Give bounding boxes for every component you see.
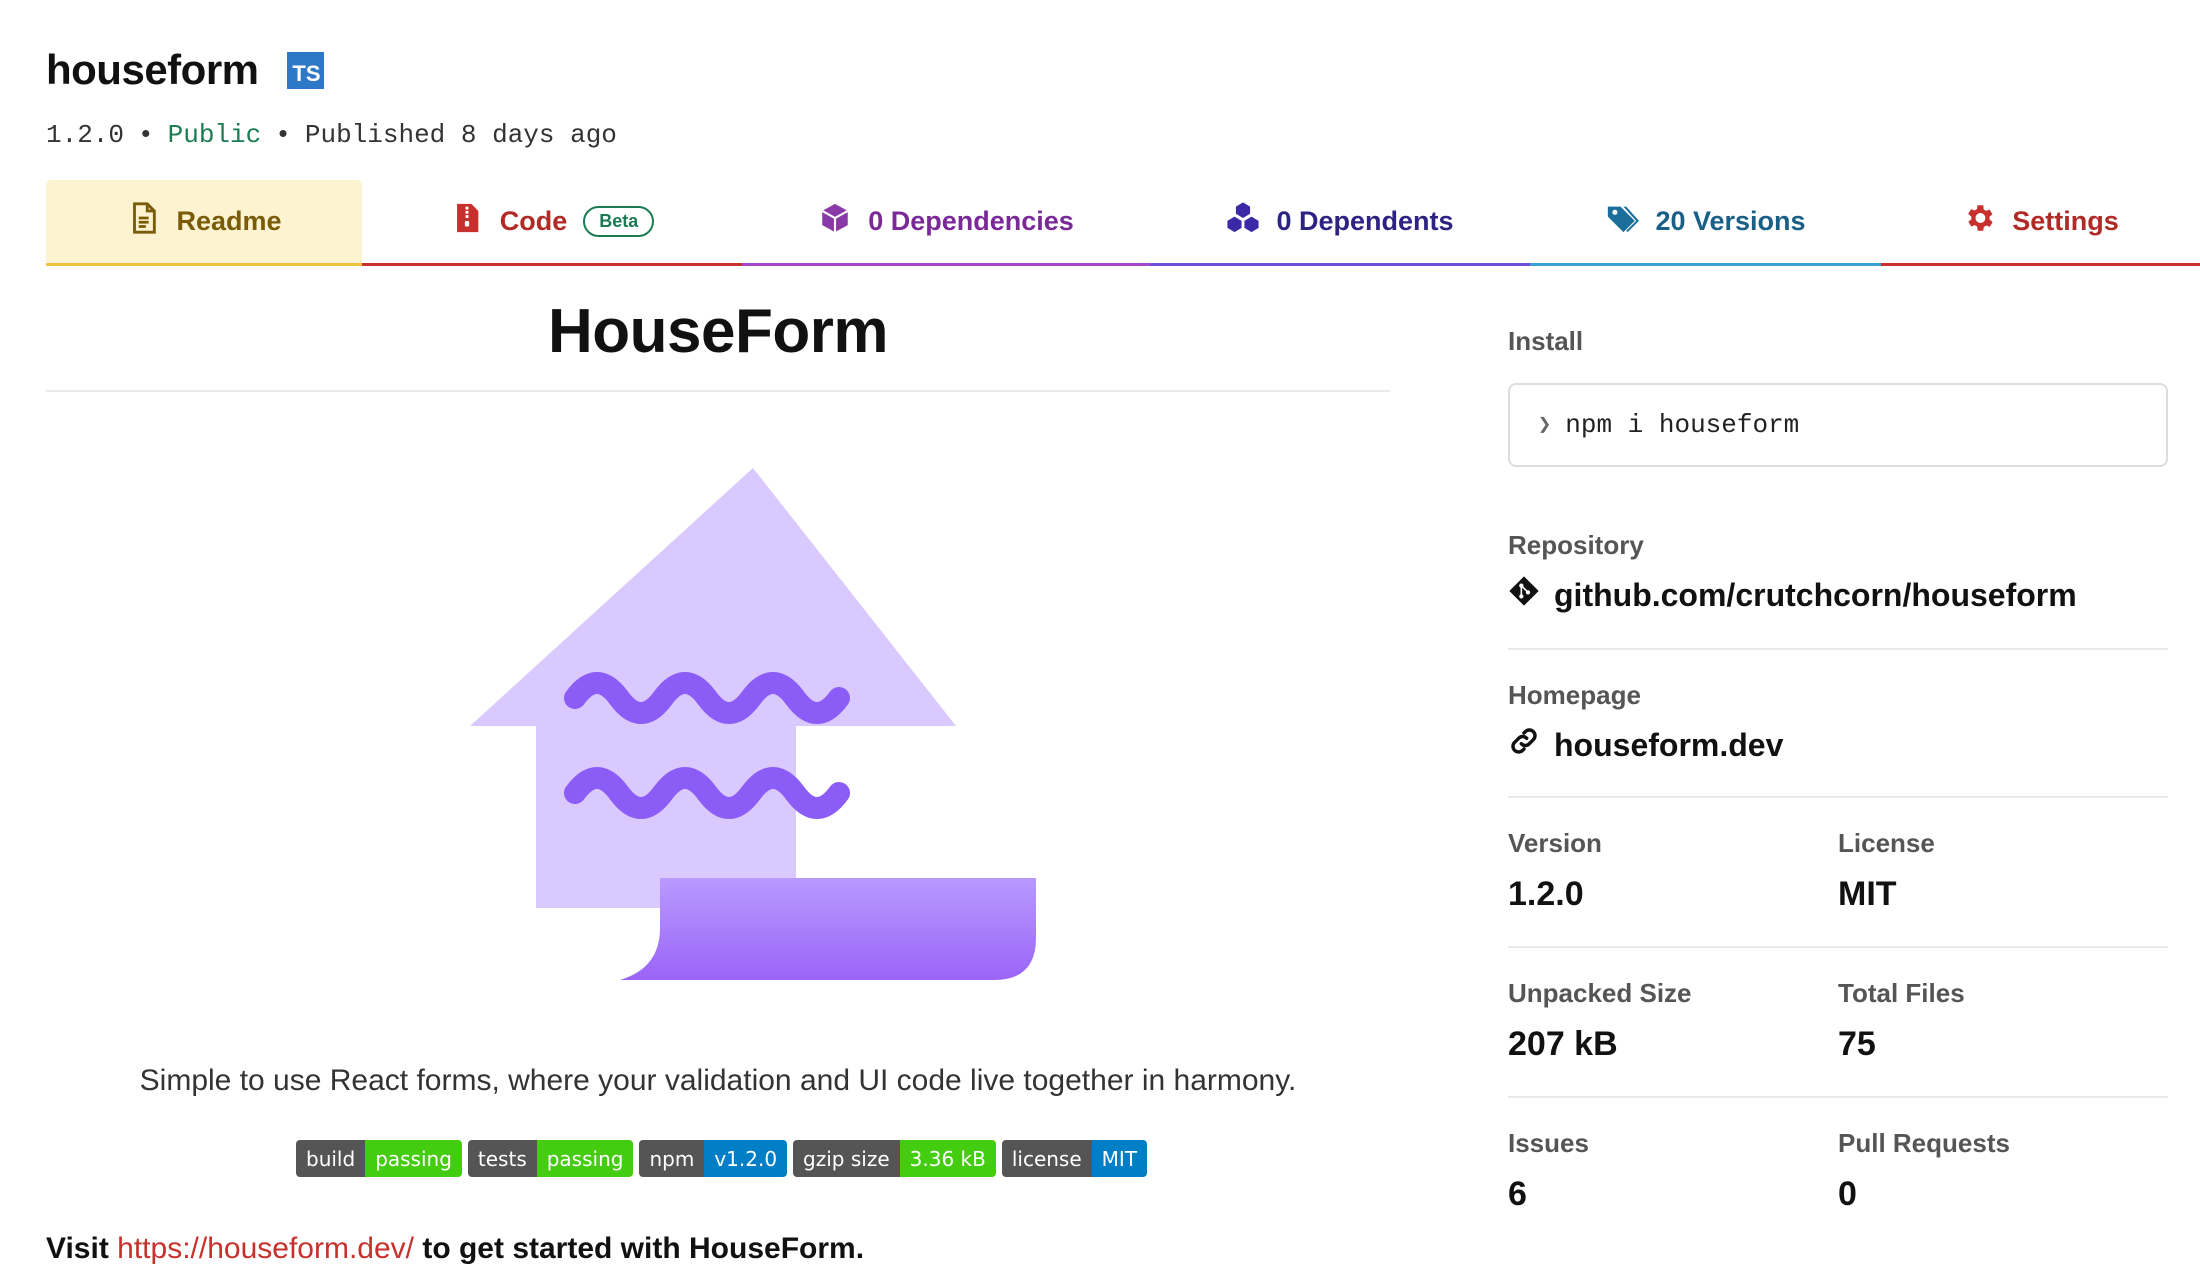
file-zip-icon — [450, 201, 484, 242]
houseform-logo — [470, 468, 1036, 980]
issues-prs-row: Issues 6 Pull Requests 0 — [1508, 1128, 2168, 1214]
boxes-icon — [1226, 201, 1260, 242]
size-files-row: Unpacked Size 207 kB Total Files 75 — [1508, 978, 2168, 1064]
tab-readme[interactable]: Readme — [46, 180, 362, 266]
badge-value: passing — [365, 1140, 462, 1177]
homepage-label: Homepage — [1508, 680, 1641, 710]
license-badge[interactable]: license MIT — [1001, 1140, 1148, 1177]
repository-label: Repository — [1508, 530, 1644, 560]
typescript-badge: TS — [286, 51, 324, 89]
install-label: Install — [1508, 326, 1584, 356]
repository-link[interactable]: github.com/crutchcorn/houseform — [1508, 575, 2168, 615]
issues-cell[interactable]: Issues 6 — [1508, 1128, 1838, 1214]
readme-tagline: Simple to use React forms, where your va… — [139, 1064, 1297, 1097]
box-icon — [818, 201, 852, 242]
divider — [1508, 796, 2168, 798]
repository-url: github.com/crutchcorn/houseform — [1554, 576, 2077, 613]
badge-label: tests — [467, 1140, 537, 1177]
badge-value: MIT — [1091, 1140, 1148, 1177]
version-value: 1.2.0 — [1508, 875, 1584, 913]
pull-requests-cell[interactable]: Pull Requests 0 — [1838, 1128, 2168, 1214]
package-published: Published 8 days ago — [304, 120, 617, 150]
divider — [1508, 1096, 2168, 1098]
tab-settings-label: Settings — [2012, 206, 2119, 236]
unpacked-size-value: 207 kB — [1508, 1025, 1618, 1063]
unpacked-size-cell: Unpacked Size 207 kB — [1508, 978, 1838, 1064]
divider — [1508, 946, 2168, 948]
license-value: MIT — [1838, 875, 1897, 913]
tab-settings[interactable]: Settings — [1881, 180, 2200, 266]
visit-suffix: to get started with HouseForm. — [422, 1232, 865, 1265]
tab-dependents-label: 0 Dependents — [1276, 206, 1454, 236]
repository-section: Repository github.com/crutchcorn/housefo… — [1508, 530, 2168, 615]
visit-prefix: Visit — [46, 1232, 109, 1265]
tab-versions[interactable]: 20 Versions — [1530, 180, 1881, 266]
readme-visit-text: Visit https://houseform.dev/ to get star… — [46, 1232, 864, 1266]
package-header: houseform TS 1.2.0 • Public • Published … — [46, 46, 617, 150]
tab-versions-label: 20 Versions — [1655, 206, 1806, 236]
tab-dependencies[interactable]: 0 Dependencies — [742, 180, 1150, 266]
package-meta: 1.2.0 • Public • Published 8 days ago — [46, 120, 617, 150]
badge-value: 3.36 kB — [899, 1140, 996, 1177]
terminal-prompt-icon: ❯ — [1538, 413, 1552, 438]
badge-label: license — [1001, 1140, 1092, 1177]
issues-value: 6 — [1508, 1175, 1527, 1213]
tab-code-label: Code — [499, 206, 568, 236]
meta-separator: • — [275, 120, 291, 150]
gear-icon — [1962, 201, 1996, 242]
version-license-row: Version 1.2.0 License MIT — [1508, 828, 2168, 914]
package-name: houseform — [46, 46, 259, 93]
gzip-size-badge[interactable]: gzip size 3.36 kB — [793, 1140, 996, 1177]
readme-title: HouseForm — [46, 266, 1390, 392]
tags-icon — [1605, 201, 1640, 242]
tests-status-badge[interactable]: tests passing — [467, 1140, 634, 1177]
divider — [1508, 648, 2168, 650]
build-status-badge[interactable]: build passing — [296, 1140, 462, 1177]
install-command-box[interactable]: ❯ npm i houseform — [1508, 383, 2168, 467]
unpacked-size-label: Unpacked Size — [1508, 978, 1692, 1008]
license-label: License — [1838, 828, 1935, 858]
total-files-label: Total Files — [1838, 978, 1965, 1008]
total-files-value: 75 — [1838, 1025, 1876, 1063]
tab-code[interactable]: Code Beta — [362, 180, 742, 266]
badge-label: npm — [639, 1140, 705, 1177]
meta-separator: • — [138, 120, 154, 150]
npm-version-badge[interactable]: npm v1.2.0 — [639, 1140, 788, 1177]
tab-dependents[interactable]: 0 Dependents — [1150, 180, 1530, 266]
homepage-section: Homepage houseform.dev — [1508, 680, 2168, 765]
tab-dependencies-label: 0 Dependencies — [868, 206, 1074, 236]
package-tabs: Readme Code Beta 0 Dependencies 0 Depend… — [46, 180, 2200, 266]
readme-badges: build passing tests passing npm v1.2.0 g… — [296, 1140, 1148, 1177]
pull-requests-value: 0 — [1838, 1175, 1857, 1213]
homepage-link[interactable]: https://houseform.dev/ — [117, 1232, 414, 1265]
package-visibility: Public — [167, 120, 262, 150]
beta-badge: Beta — [583, 206, 655, 237]
version-cell: Version 1.2.0 — [1508, 828, 1838, 914]
badge-value: v1.2.0 — [704, 1140, 788, 1177]
readme-content: HouseForm Simple to use React forms, whe… — [46, 266, 1390, 1265]
badge-value: passing — [536, 1140, 634, 1177]
file-text-icon — [126, 201, 160, 242]
badge-label: build — [296, 1140, 366, 1177]
homepage-sidebar-link[interactable]: houseform.dev — [1508, 725, 2168, 765]
homepage-url: houseform.dev — [1554, 726, 1784, 763]
install-command: npm i houseform — [1565, 410, 1800, 440]
package-version: 1.2.0 — [46, 120, 125, 150]
install-section: Install ❯ npm i houseform — [1508, 326, 2168, 467]
link-icon — [1508, 725, 1540, 765]
pull-requests-label: Pull Requests — [1838, 1128, 2010, 1158]
license-cell: License MIT — [1838, 828, 2168, 914]
tab-readme-label: Readme — [176, 206, 282, 236]
version-label: Version — [1508, 828, 1602, 858]
issues-label: Issues — [1508, 1128, 1589, 1158]
package-title-row: houseform TS — [46, 46, 617, 94]
badge-label: gzip size — [793, 1140, 900, 1177]
git-icon — [1508, 575, 1540, 615]
total-files-cell: Total Files 75 — [1838, 978, 2168, 1064]
